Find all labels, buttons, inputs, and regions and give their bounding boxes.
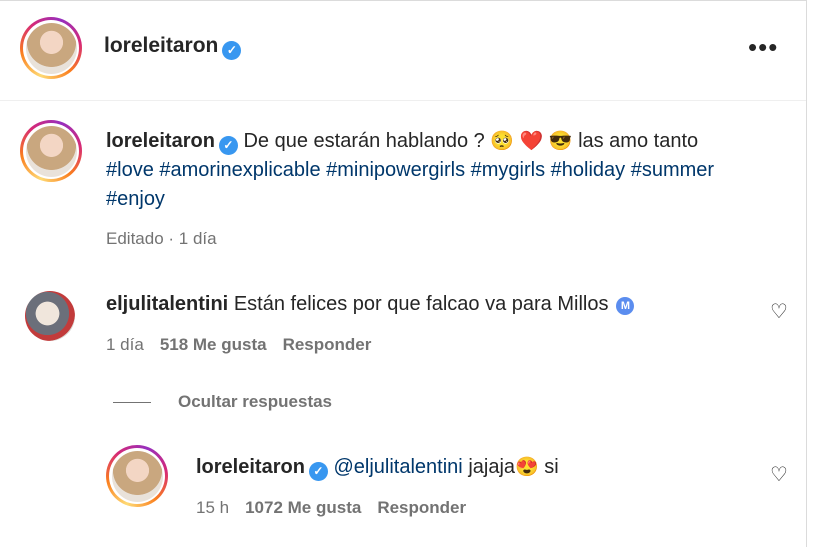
reply-avatar[interactable]: [106, 445, 168, 507]
reply-reply-button[interactable]: Responder: [377, 498, 466, 517]
hashtag-link[interactable]: #mygirls: [471, 159, 545, 181]
comment-username[interactable]: eljulitalentini: [106, 293, 228, 315]
hashtag-link[interactable]: #love: [106, 159, 154, 181]
comment-meta: 1 día 518 Me gusta Responder: [106, 335, 371, 355]
comment-body: eljulitalentini Están felices por que fa…: [106, 290, 635, 318]
header-username[interactable]: loreleitaron ✓: [104, 34, 242, 60]
hashtag-link[interactable]: #amorinexplicable: [159, 159, 320, 181]
comment-likes[interactable]: 518 Me gusta: [160, 335, 267, 354]
reply-body: loreleitaron ✓ @eljulitalentini jajaja😍 s…: [196, 453, 559, 482]
hashtag-link[interactable]: #holiday: [551, 159, 626, 181]
heart-outline-icon[interactable]: ♡: [768, 464, 790, 486]
header-username-text[interactable]: loreleitaron: [104, 34, 218, 57]
comment-time[interactable]: 1 día: [106, 335, 144, 354]
avatar-photo: [25, 125, 77, 177]
hashtag-link[interactable]: #enjoy: [106, 188, 165, 210]
post-caption: loreleitaron ✓ De que estarán hablando ? …: [106, 127, 746, 214]
reply-mention-link[interactable]: @eljulitalentini: [333, 456, 462, 478]
reply-username[interactable]: loreleitaron: [196, 456, 305, 478]
hashtag-link[interactable]: #summer: [631, 159, 714, 181]
edited-label: Editado: [106, 229, 164, 248]
caption-text: De que estarán hablando ?: [243, 130, 485, 152]
commenter-avatar[interactable]: [25, 291, 75, 341]
pleading-face-emoji: 🥺: [490, 131, 515, 152]
avatar-photo: [111, 450, 163, 502]
header-avatar[interactable]: [20, 17, 82, 79]
reply-time[interactable]: 15 h: [196, 498, 229, 517]
header-divider: [0, 100, 806, 101]
reply-meta: 15 h 1072 Me gusta Responder: [196, 498, 466, 518]
red-heart-emoji: ❤️: [519, 131, 544, 152]
caption-text-after: las amo tanto: [578, 130, 699, 152]
top-border: [0, 0, 806, 1]
verified-icon: ✓: [222, 41, 242, 60]
caption-username[interactable]: loreleitaron: [106, 130, 215, 152]
hashtag-link[interactable]: #minipowergirls: [326, 159, 465, 181]
heart-eyes-emoji: 😍: [515, 457, 539, 478]
heart-outline-icon[interactable]: ♡: [768, 301, 790, 323]
comment-text: Están felices por que falcao va para Mil…: [233, 293, 609, 315]
verified-icon: ✓: [218, 136, 238, 155]
hide-replies-button[interactable]: Ocultar respuestas: [178, 392, 332, 412]
sunglasses-face-emoji: 😎: [548, 131, 573, 152]
replies-divider: [113, 402, 151, 403]
millonarios-badge-icon: M: [616, 297, 635, 315]
avatar-photo: [25, 22, 77, 74]
right-border: [806, 0, 807, 547]
caption-time[interactable]: 1 día: [179, 229, 217, 248]
more-options-button[interactable]: •••: [748, 34, 778, 60]
reply-text: jajaja: [468, 456, 516, 478]
comment-reply-button[interactable]: Responder: [283, 335, 372, 354]
caption-meta: Editado · 1 día: [106, 229, 217, 248]
caption-avatar[interactable]: [20, 120, 82, 182]
more-options-icon[interactable]: •••: [748, 32, 778, 62]
verified-icon: ✓: [308, 462, 328, 481]
reply-likes[interactable]: 1072 Me gusta: [245, 498, 361, 517]
reply-text-after: si: [544, 456, 559, 478]
